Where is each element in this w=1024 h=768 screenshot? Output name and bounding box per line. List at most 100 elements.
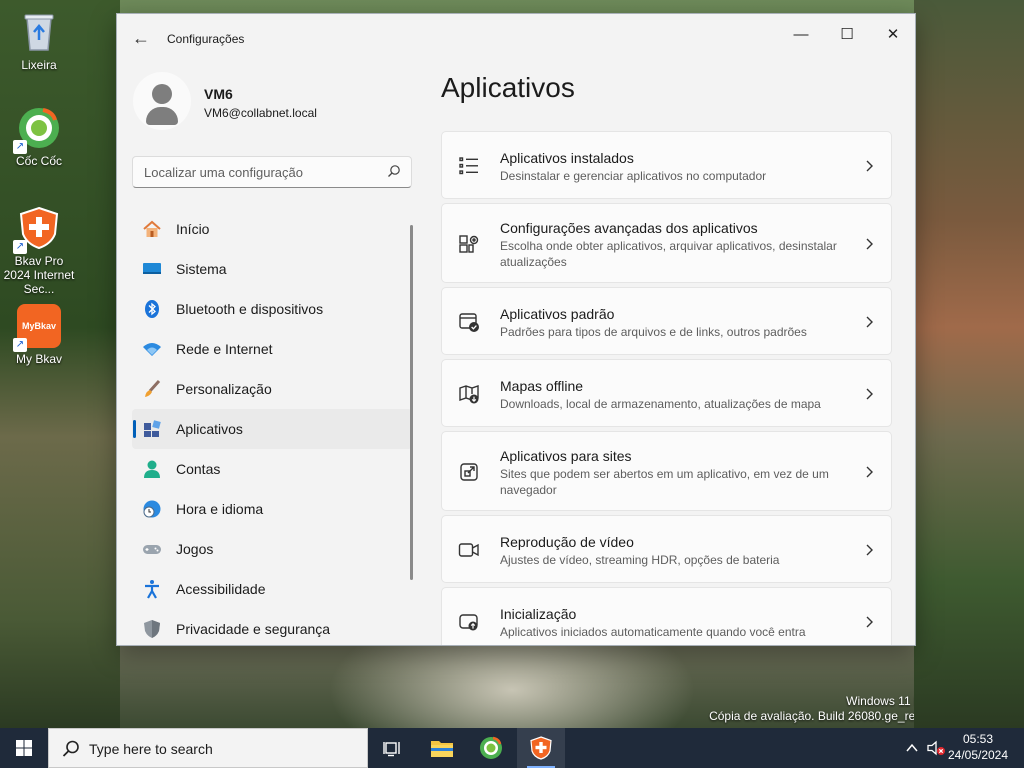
system-icon <box>143 263 161 274</box>
sidebar-item-privacidade[interactable]: Privacidade e segurança <box>132 609 412 645</box>
card-mapas-offline[interactable]: Mapas offline Downloads, local de armaze… <box>441 359 892 427</box>
sidebar-scrollbar[interactable] <box>410 225 413 580</box>
window-title: Configurações <box>167 32 245 46</box>
maximize-button[interactable]: ☐ <box>825 20 869 50</box>
sidebar-item-label: Acessibilidade <box>176 581 266 597</box>
back-button[interactable]: ← <box>129 26 153 50</box>
sidebar-item-jogos[interactable]: Jogos <box>132 529 412 569</box>
sidebar-item-inicio[interactable]: Início <box>132 209 412 249</box>
map-icon <box>459 385 479 404</box>
taskbar-coccoc[interactable] <box>467 728 515 768</box>
avatar-head <box>152 84 172 104</box>
taskbar-file-explorer[interactable] <box>418 728 466 768</box>
card-aplicativos-para-sites[interactable]: Aplicativos para sites Sites que podem s… <box>441 431 892 511</box>
sidebar-item-label: Bluetooth e dispositivos <box>176 301 324 317</box>
card-title: Aplicativos instalados <box>500 150 634 166</box>
card-description: Downloads, local de armazenamento, atual… <box>500 397 821 411</box>
chevron-up-icon[interactable] <box>905 742 919 754</box>
search-input[interactable] <box>133 157 377 187</box>
card-configuracoes-avancadas[interactable]: Configurações avançadas dos aplicativos … <box>441 203 892 283</box>
sidebar-item-label: Jogos <box>176 541 214 557</box>
mybkav-icon: MyBkav ↗ <box>13 304 61 352</box>
sidebar-item-bluetooth[interactable]: Bluetooth e dispositivos <box>132 289 412 329</box>
bkav-shield-icon: ↗ <box>13 206 61 254</box>
user-email: VM6@collabnet.local <box>204 106 317 120</box>
settings-window: ← Configurações — ☐ ✕ VM6 VM6@collabnet.… <box>116 13 916 646</box>
chevron-right-icon <box>866 160 873 172</box>
card-aplicativos-padrao[interactable]: Aplicativos padrão Padrões para tipos de… <box>441 287 892 355</box>
card-description: Desinstalar e gerenciar aplicativos no c… <box>500 169 767 183</box>
title-bar[interactable]: ← Configurações — ☐ ✕ <box>117 14 915 62</box>
sidebar-item-rede[interactable]: Rede e Internet <box>132 329 412 369</box>
gamepad-icon <box>143 545 161 554</box>
avatar[interactable] <box>133 72 191 130</box>
task-view-button[interactable] <box>368 728 416 768</box>
taskbar: Type here to search 05:53 24/05/2024 <box>0 728 1024 768</box>
mybkav-badge: MyBkav <box>21 321 57 331</box>
desktop-icon-coccoc[interactable]: ↗ Cốc Cốc <box>0 106 78 168</box>
settings-search-box[interactable] <box>132 156 412 188</box>
sidebar-item-label: Rede e Internet <box>176 341 273 357</box>
avatar-body <box>146 107 178 125</box>
video-icon <box>458 543 479 557</box>
sidebar-item-acessibilidade[interactable]: Acessibilidade <box>132 569 412 609</box>
startup-icon <box>459 614 478 631</box>
sidebar-item-personalizacao[interactable]: Personalização <box>132 369 412 409</box>
desktop-icon-label: Cốc Cốc <box>15 154 62 168</box>
shortcut-arrow-icon: ↗ <box>13 140 27 154</box>
home-icon <box>143 220 161 237</box>
shortcut-arrow-icon: ↗ <box>13 338 27 352</box>
clock-globe-icon <box>143 500 161 518</box>
chevron-right-icon <box>866 616 873 628</box>
sidebar-nav: Início Sistema Bluetooth e dispositivos … <box>132 209 412 645</box>
desktop-icon-recycle-bin[interactable]: Lixeira <box>0 10 78 72</box>
folder-icon <box>431 741 453 757</box>
coccoc-icon: ↗ <box>13 106 61 154</box>
shortcut-arrow-icon: ↗ <box>13 240 27 254</box>
card-title: Reprodução de vídeo <box>500 534 634 550</box>
coccoc-icon <box>480 736 502 759</box>
card-description: Escolha onde obter aplicativos, arquivar… <box>500 239 837 269</box>
card-reproducao-de-video[interactable]: Reprodução de vídeo Ajustes de vídeo, st… <box>441 515 892 583</box>
desktop-icon-label: Lixeira <box>21 58 57 72</box>
bluetooth-icon <box>145 300 159 318</box>
sidebar-item-label: Sistema <box>176 261 227 277</box>
shield-icon <box>144 620 160 638</box>
default-apps-icon <box>459 313 479 332</box>
search-icon[interactable] <box>387 164 401 178</box>
taskbar-bkav[interactable] <box>517 728 565 768</box>
recycle-bin-icon <box>17 10 61 54</box>
user-name: VM6 <box>204 86 233 102</box>
chevron-right-icon <box>866 544 873 556</box>
taskbar-clock[interactable]: 05:53 24/05/2024 <box>938 731 1018 763</box>
sidebar-item-label: Início <box>176 221 210 237</box>
desktop-icon-bkav-pro[interactable]: ↗ Bkav Pro 2024 Internet Sec... <box>0 206 78 296</box>
minimize-button[interactable]: — <box>779 20 823 50</box>
advanced-apps-icon <box>459 235 479 253</box>
page-title: Aplicativos <box>441 72 575 103</box>
open-external-icon <box>460 463 478 481</box>
chevron-right-icon <box>866 388 873 400</box>
taskbar-search-box[interactable]: Type here to search <box>48 728 368 768</box>
task-view-icon <box>383 742 400 757</box>
card-title: Configurações avançadas dos aplicativos <box>500 220 758 236</box>
desktop-icon-mybkav[interactable]: MyBkav ↗ My Bkav <box>0 304 78 366</box>
sidebar-item-sistema[interactable]: Sistema <box>132 249 412 289</box>
sidebar-item-aplicativos[interactable]: Aplicativos <box>132 409 412 449</box>
card-aplicativos-instalados[interactable]: Aplicativos instalados Desinstalar e ger… <box>441 131 892 199</box>
taskbar-search-text: Type here to search <box>89 741 213 757</box>
accessibility-icon <box>145 580 159 599</box>
card-title: Aplicativos padrão <box>500 306 615 322</box>
card-inicializacao[interactable]: Inicialização Aplicativos iniciados auto… <box>441 587 892 645</box>
card-description: Aplicativos iniciados automaticamente qu… <box>500 625 806 639</box>
desktop-icon-label: Bkav Pro 2024 Internet Sec... <box>3 254 75 296</box>
start-button[interactable] <box>0 728 48 768</box>
sidebar-item-contas[interactable]: Contas <box>132 449 412 489</box>
windows-logo-icon <box>16 740 32 756</box>
sidebar-item-label: Contas <box>176 461 221 477</box>
close-button[interactable]: ✕ <box>871 20 915 50</box>
sidebar-item-hora-idioma[interactable]: Hora e idioma <box>132 489 412 529</box>
apps-icon <box>144 420 161 437</box>
sidebar-item-label: Privacidade e segurança <box>176 621 331 637</box>
sidebar-item-label: Aplicativos <box>176 421 243 437</box>
